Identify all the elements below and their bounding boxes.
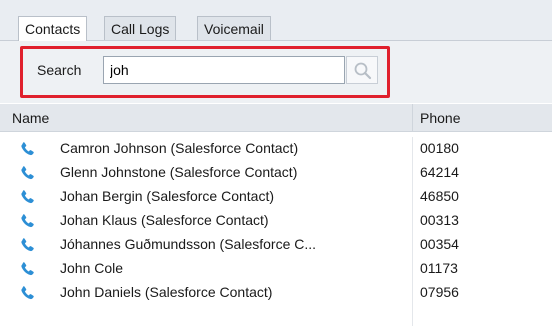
search-icon [354,62,372,80]
tab-voicemail[interactable]: Voicemail [197,16,271,40]
contact-name: Johan Klaus (Salesforce Contact) [60,212,269,228]
list-item[interactable]: Camron Johnson (Salesforce Contact) 0018… [0,137,552,161]
contact-name: Camron Johnson (Salesforce Contact) [60,140,299,156]
phone-icon[interactable] [20,141,36,157]
list-item[interactable]: Johan Bergin (Salesforce Contact) 46850 [0,185,552,209]
contact-phone: 64214 [420,164,459,180]
contact-phone: 46850 [420,188,459,204]
table-header: Name Phone [0,104,552,132]
contact-name: John Cole [60,260,124,276]
tab-call-logs[interactable]: Call Logs [104,16,177,40]
contact-phone: 00180 [420,140,459,156]
list-item[interactable]: Jóhannes Guðmundsson (Salesforce C... 00… [0,233,552,257]
contact-list: Camron Johnson (Salesforce Contact) 0018… [0,137,552,305]
contact-name: Johan Bergin (Salesforce Contact) [60,188,274,204]
contact-name: John Daniels (Salesforce Contact) [60,284,273,300]
list-item[interactable]: John Cole 01173 [0,257,552,281]
column-header-phone[interactable]: Phone [420,110,460,126]
column-header-name[interactable]: Name [12,110,49,126]
search-input[interactable] [103,56,345,84]
list-item[interactable]: John Daniels (Salesforce Contact) 07956 [0,281,552,305]
phone-icon[interactable] [20,213,36,229]
contact-phone: 00354 [420,236,459,252]
phone-icon[interactable] [20,189,36,205]
contact-name: Glenn Johnstone (Salesforce Contact) [60,164,298,180]
phone-icon[interactable] [20,165,36,181]
phone-icon[interactable] [20,237,36,253]
phone-icon[interactable] [20,261,36,277]
search-button[interactable] [346,56,378,84]
search-label: Search [37,62,82,78]
phone-icon[interactable] [20,285,36,301]
tab-contacts[interactable]: Contacts [18,16,88,41]
list-item[interactable]: Glenn Johnstone (Salesforce Contact) 642… [0,161,552,185]
column-divider [412,104,413,132]
contact-phone: 00313 [420,212,459,228]
contact-phone: 01173 [420,260,458,276]
contact-phone: 07956 [420,284,459,300]
tab-bar: Contacts Call Logs Voicemail [0,0,552,41]
contact-name: Jóhannes Guðmundsson (Salesforce C... [60,236,317,252]
list-item[interactable]: Johan Klaus (Salesforce Contact) 00313 [0,209,552,233]
